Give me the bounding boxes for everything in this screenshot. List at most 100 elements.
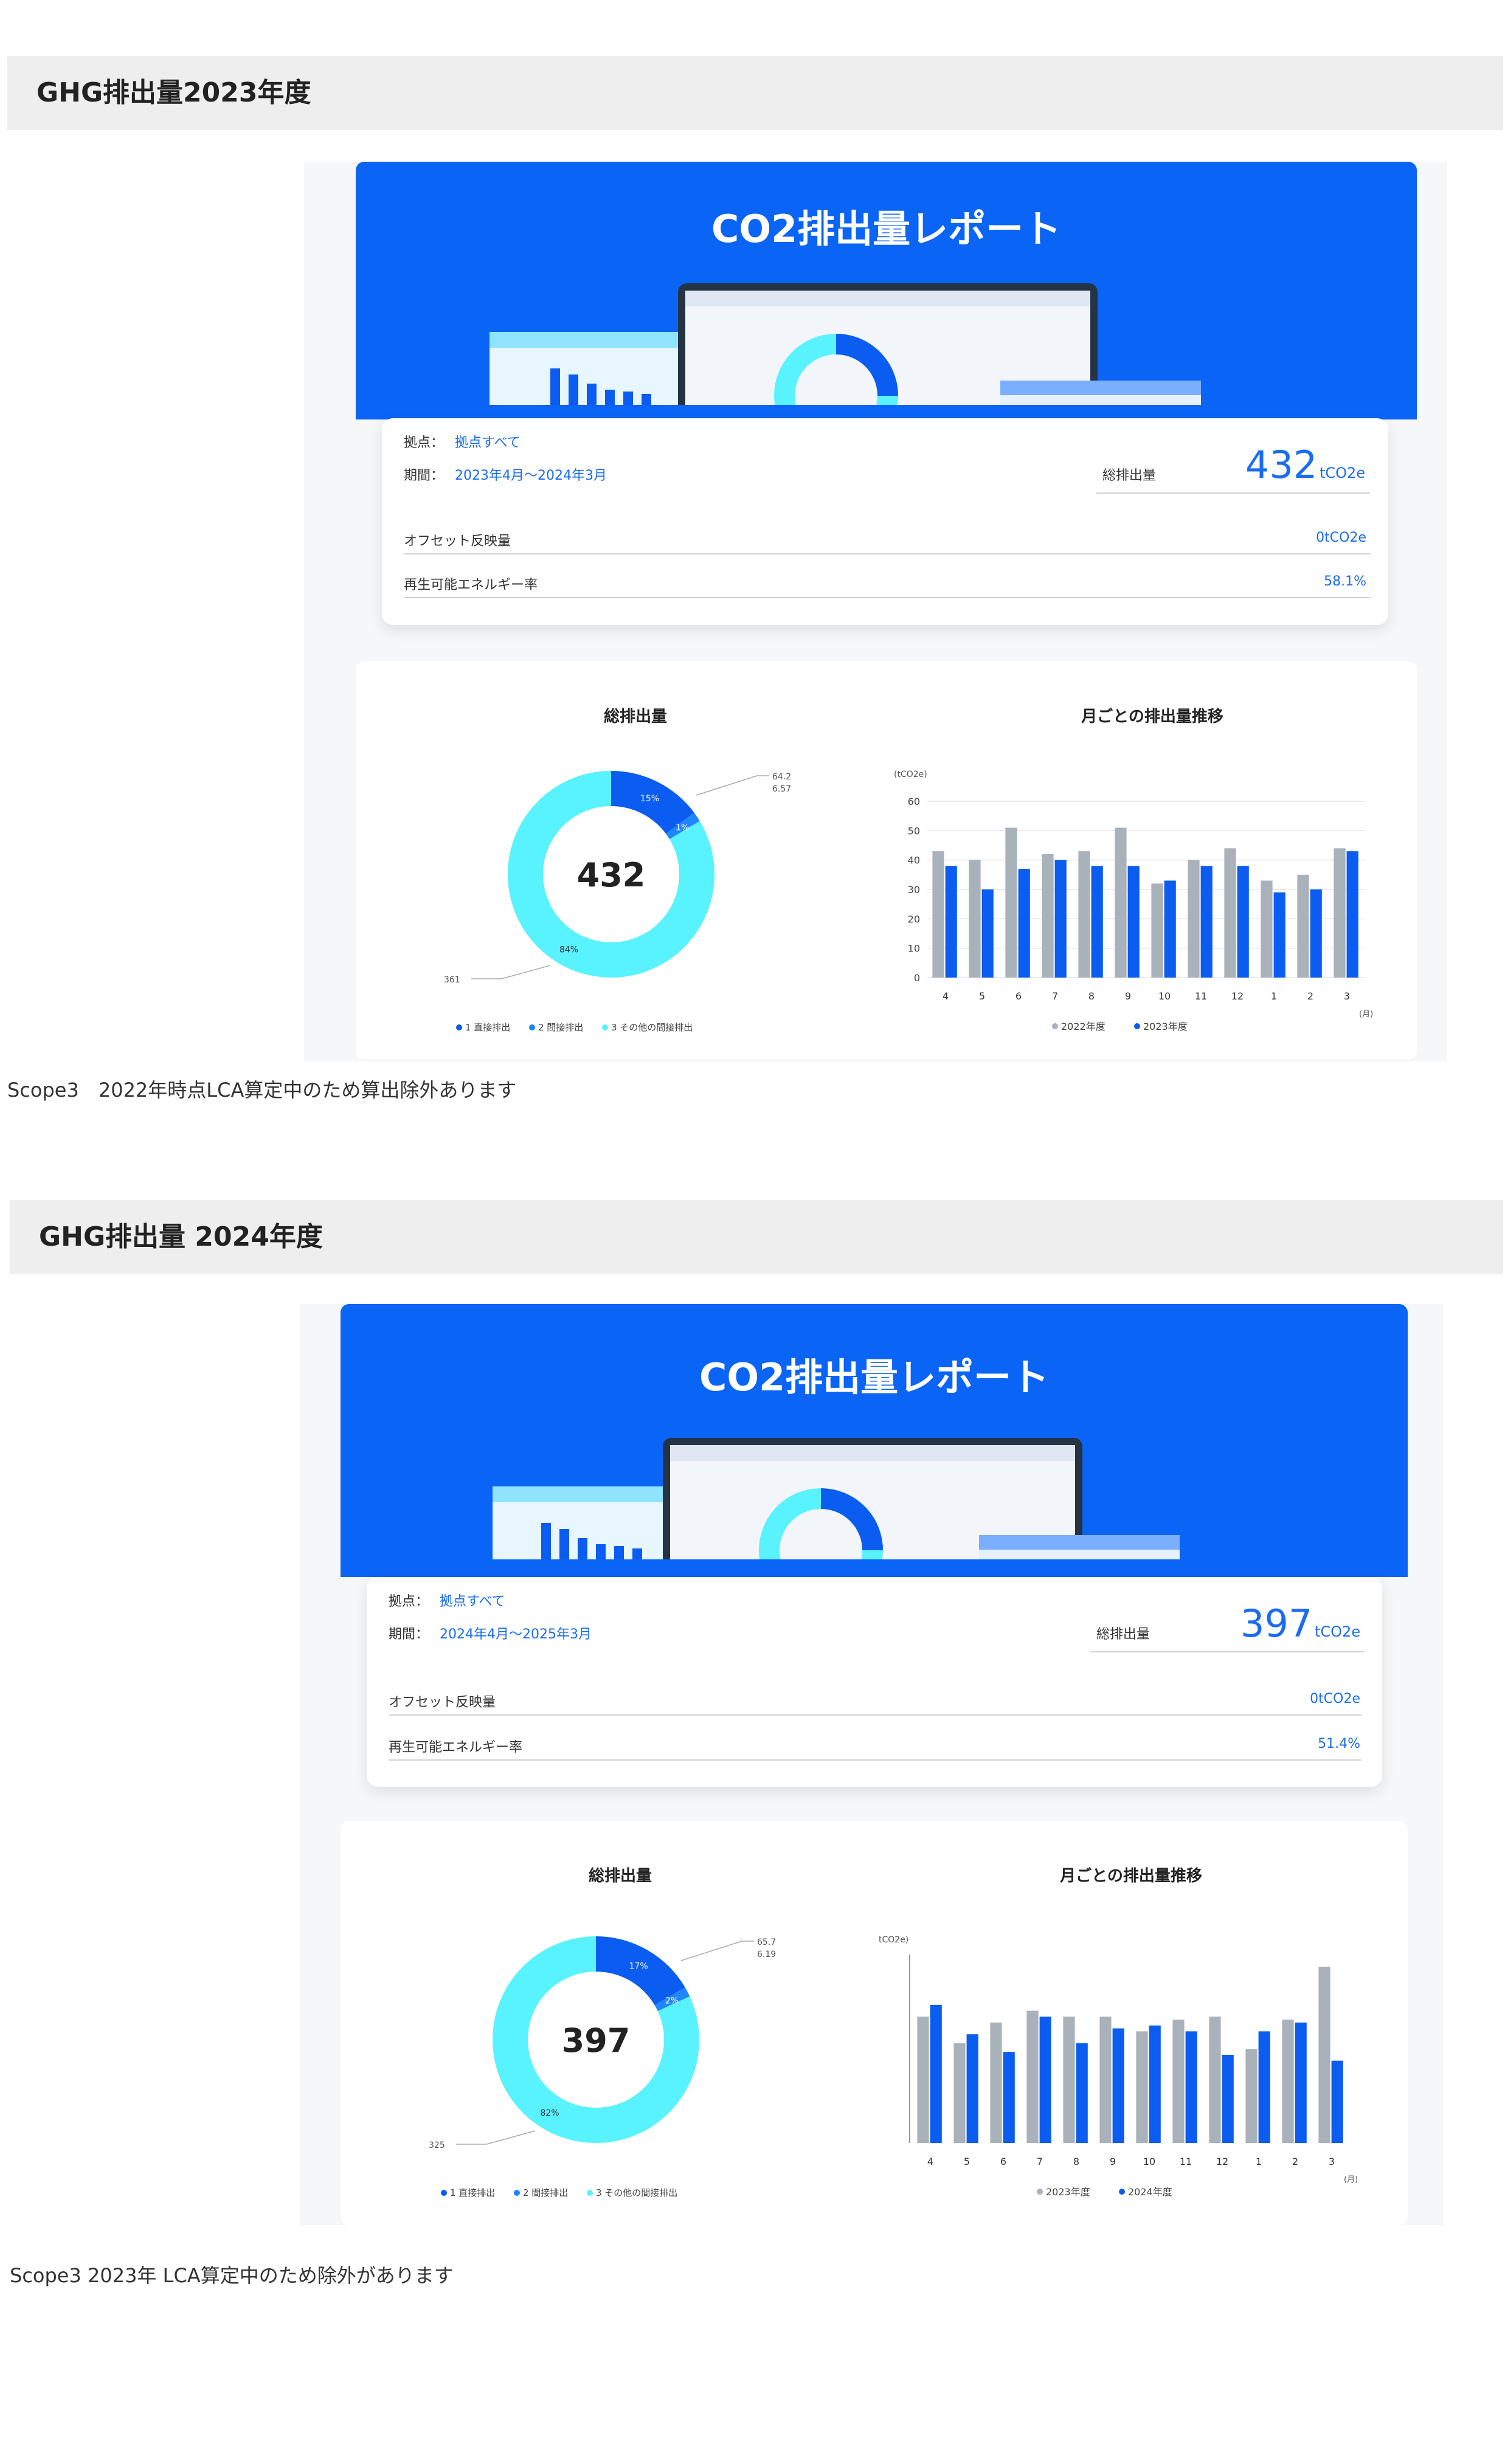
bar bbox=[1237, 866, 1249, 978]
total-label: 総排出量 bbox=[1096, 1627, 1150, 1642]
site-label: 拠点： bbox=[389, 1594, 429, 1609]
callout-line bbox=[680, 1941, 754, 1961]
bar bbox=[1261, 880, 1273, 978]
bar bbox=[1042, 854, 1054, 978]
legend-label: 2023年度 bbox=[1046, 2186, 1090, 2198]
divider bbox=[389, 1714, 1361, 1716]
bar bbox=[953, 2043, 966, 2143]
bar bbox=[1172, 2020, 1185, 2143]
bar bbox=[981, 889, 994, 978]
divider bbox=[404, 597, 1371, 598]
offset-label: オフセット反映量 bbox=[389, 1695, 496, 1710]
x-tick-label: 11 bbox=[1195, 990, 1207, 1002]
x-tick-label: 2 bbox=[1307, 990, 1313, 1002]
bar bbox=[1136, 2031, 1148, 2143]
y-tick-label: 30 bbox=[908, 884, 920, 896]
dashboard-illustration bbox=[490, 283, 1201, 405]
bar bbox=[1164, 880, 1176, 978]
slice-percent-label: 1% bbox=[676, 823, 689, 833]
bar bbox=[1054, 860, 1067, 978]
legend-label: 2024年度 bbox=[1128, 2186, 1172, 2198]
bar bbox=[1149, 2025, 1161, 2143]
x-tick-label: 12 bbox=[1231, 990, 1244, 1002]
legend-marker bbox=[1119, 2189, 1125, 2195]
x-tick-label: 3 bbox=[1344, 990, 1350, 1002]
value-label: 6.19 bbox=[757, 1950, 776, 1959]
donut-title: 総排出量 bbox=[603, 708, 667, 726]
bar bbox=[1222, 2055, 1234, 2143]
summary-card: 拠点： 拠点すべて 期間： 2024年4月～2025年3月 総排出量 397 t… bbox=[367, 1577, 1382, 1787]
x-axis-unit: (月) bbox=[1359, 1010, 1373, 1019]
donut-center-value: 432 bbox=[577, 856, 646, 894]
x-tick-label: 12 bbox=[1216, 2156, 1228, 2167]
bar-chart: (tCO2e)01020304050604 5 6 7 8 9 10 11 12 1 2 3(月)20… bbox=[894, 770, 1373, 1032]
x-tick-label: 11 bbox=[1180, 2156, 1192, 2167]
bar bbox=[1334, 848, 1346, 978]
bar bbox=[1224, 848, 1236, 978]
bar bbox=[990, 2022, 1002, 2143]
bar bbox=[969, 860, 981, 978]
period-label: 期間： bbox=[389, 1627, 429, 1642]
bar-title: 月ごとの排出量推移 bbox=[1060, 1867, 1202, 1885]
bar bbox=[1039, 2017, 1051, 2143]
donut-chart: 17% 2% 82% 397 65.7 6.19 325 1 直接排出 2 間接排出 3 その他の… bbox=[429, 1936, 776, 2198]
legend-label: 2 間接排出 bbox=[538, 1022, 583, 1033]
legend-marker bbox=[602, 1024, 608, 1030]
total-unit: tCO2e bbox=[1315, 1623, 1361, 1640]
charts-panel: 総排出量 月ごとの排出量推移 17% 2% 82% 397 65.7 6.19 325 1 直… bbox=[341, 1821, 1408, 2225]
period-label: 期間： bbox=[404, 468, 445, 483]
callout-line bbox=[696, 775, 769, 796]
x-tick-label: 5 bbox=[979, 990, 985, 1002]
bar-chart: tCO2e)4 5 6 7 8 9 10 11 12 1 2 3(月)2023年度 2024年度 bbox=[879, 1935, 1358, 2198]
slice-percent-label: 84% bbox=[559, 945, 578, 955]
x-tick-label: 4 bbox=[943, 990, 949, 1002]
bar bbox=[1318, 1967, 1330, 2143]
value-label: 325 bbox=[429, 2141, 445, 2150]
legend-label: 1 直接排出 bbox=[450, 2187, 495, 2198]
bar bbox=[930, 2004, 942, 2143]
bar bbox=[1273, 892, 1285, 978]
site-value: 拠点すべて bbox=[440, 1594, 505, 1609]
x-tick-label: 9 bbox=[1125, 990, 1131, 1002]
donut-title: 総排出量 bbox=[588, 1867, 652, 1885]
legend-label: 1 直接排出 bbox=[465, 1022, 510, 1033]
bar bbox=[1258, 2031, 1270, 2143]
scope-note: Scope3 2022年時点LCA算定中のため算出除外あります bbox=[7, 1078, 517, 1102]
renewable-value: 58.1% bbox=[1324, 574, 1366, 589]
y-tick-label: 60 bbox=[908, 796, 920, 807]
divider bbox=[1096, 492, 1370, 494]
bar bbox=[1076, 2043, 1088, 2143]
bar bbox=[966, 2034, 978, 2143]
bar bbox=[1209, 2017, 1221, 2143]
bar bbox=[1099, 2017, 1112, 2143]
bar bbox=[1282, 2020, 1294, 2143]
legend-label: 2023年度 bbox=[1143, 1021, 1188, 1032]
legend-label: 3 その他の間接排出 bbox=[611, 1022, 693, 1033]
x-tick-label: 6 bbox=[1015, 990, 1022, 1002]
site-label: 拠点： bbox=[404, 435, 445, 450]
legend-label: 3 その他の間接排出 bbox=[596, 2187, 677, 2198]
x-tick-label: 8 bbox=[1088, 990, 1095, 1002]
bar bbox=[1200, 866, 1213, 978]
bar bbox=[1091, 866, 1103, 978]
y-axis-unit: (tCO2e) bbox=[894, 770, 927, 779]
bar-title: 月ごとの排出量推移 bbox=[1081, 708, 1223, 726]
bar bbox=[1185, 2031, 1197, 2143]
divider bbox=[1090, 1651, 1364, 1652]
legend-marker bbox=[514, 2190, 520, 2196]
section-title: GHG排出量 2024年度 bbox=[39, 1221, 323, 1252]
y-tick-label: 0 bbox=[914, 972, 920, 984]
report-title: CO2排出量レポート bbox=[699, 1355, 1050, 1399]
slice-percent-label: 17% bbox=[629, 1962, 648, 1972]
x-tick-label: 10 bbox=[1143, 2156, 1155, 2167]
bar bbox=[1331, 2060, 1343, 2143]
callout-line bbox=[456, 2130, 536, 2145]
callout-line bbox=[471, 965, 551, 979]
x-tick-label: 7 bbox=[1052, 990, 1058, 1002]
legend-marker bbox=[1052, 1023, 1058, 1029]
bar bbox=[1063, 2017, 1075, 2143]
legend-marker bbox=[1134, 1023, 1140, 1029]
x-tick-label: 3 bbox=[1329, 2156, 1335, 2167]
bar bbox=[1297, 874, 1309, 978]
divider bbox=[404, 553, 1371, 554]
